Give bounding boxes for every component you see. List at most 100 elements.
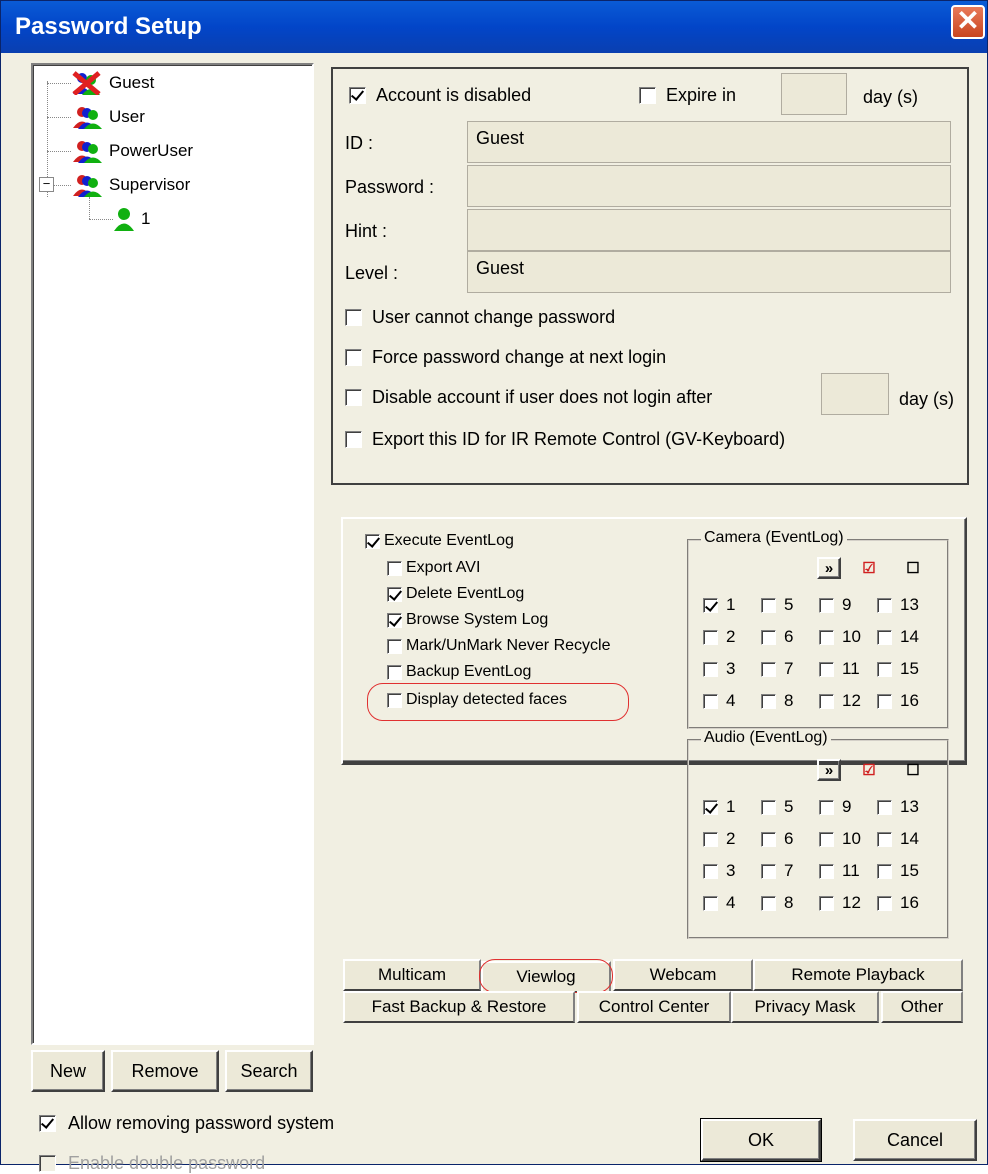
channel-number: 16 [900, 691, 919, 710]
camera-channel-checkbox[interactable]: 10 [819, 627, 877, 647]
checkbox-box [703, 597, 718, 613]
tree-expander-icon[interactable]: − [39, 177, 54, 192]
audio-check-all-button[interactable]: ☑ [857, 759, 881, 781]
camera-channel-checkbox[interactable]: 14 [877, 627, 935, 647]
channel-number: 9 [842, 797, 852, 816]
camera-channel-checkbox[interactable]: 11 [819, 659, 877, 679]
checkbox-box [877, 799, 892, 815]
search-button[interactable]: Search [225, 1050, 313, 1092]
audio-expand-button[interactable]: » [817, 759, 841, 781]
camera-channel-checkbox[interactable]: 15 [877, 659, 935, 679]
audio-channel-checkbox[interactable]: 12 [819, 893, 877, 913]
checkbox-box [703, 661, 718, 677]
audio-channel-checkbox[interactable]: 1 [703, 797, 761, 817]
checkbox-box [761, 661, 776, 677]
export-avi-checkbox[interactable]: Export AVI [387, 559, 480, 577]
hint-field[interactable] [467, 209, 951, 251]
audio-channel-checkbox[interactable]: 13 [877, 797, 935, 817]
audio-channel-checkbox[interactable]: 4 [703, 893, 761, 913]
user-level-tree[interactable]: − Guest User PowerUser Supervisor 1 [31, 63, 314, 1045]
checkbox-box [877, 693, 892, 709]
camera-channel-checkbox[interactable]: 1 [703, 595, 761, 615]
camera-channel-checkbox[interactable]: 2 [703, 627, 761, 647]
audio-channel-checkbox[interactable]: 7 [761, 861, 819, 881]
checkbox-box [761, 863, 776, 879]
audio-channel-checkbox[interactable]: 15 [877, 861, 935, 881]
camera-channel-checkbox[interactable]: 8 [761, 691, 819, 711]
channel-number: 6 [784, 627, 794, 646]
audio-channel-grid: 1 5 9 13 2 6 10 14 3 7 11 15 4 8 12 16 [703, 797, 935, 913]
camera-check-all-button[interactable]: ☑ [857, 557, 881, 579]
remove-button[interactable]: Remove [111, 1050, 219, 1092]
expire-days-input[interactable] [781, 73, 847, 115]
audio-channel-checkbox[interactable]: 5 [761, 797, 819, 817]
tab-privacy-mask[interactable]: Privacy Mask [731, 991, 879, 1023]
camera-uncheck-all-button[interactable]: ☐ [901, 557, 925, 579]
export-id-ir-remote-checkbox[interactable]: Export this ID for IR Remote Control (GV… [345, 429, 785, 450]
hint-label: Hint : [345, 221, 388, 241]
tab-fast-backup-restore[interactable]: Fast Backup & Restore [343, 991, 575, 1023]
title-bar[interactable]: Password Setup ✕ [1, 1, 987, 53]
audio-channel-checkbox[interactable]: 16 [877, 893, 935, 913]
checkbox-box [819, 831, 834, 847]
force-password-change-checkbox[interactable]: Force password change at next login [345, 347, 666, 368]
camera-channel-checkbox[interactable]: 13 [877, 595, 935, 615]
backup-eventlog-checkbox[interactable]: Backup EventLog [387, 663, 531, 681]
close-button[interactable]: ✕ [951, 5, 985, 39]
tree-item-supervisor[interactable]: Supervisor [71, 173, 190, 197]
level-field[interactable]: Guest [467, 251, 951, 293]
execute-eventlog-checkbox[interactable]: Execute EventLog [365, 532, 514, 550]
audio-channel-checkbox[interactable]: 14 [877, 829, 935, 849]
cancel-button[interactable]: Cancel [853, 1119, 977, 1161]
user-cannot-change-password-checkbox[interactable]: User cannot change password [345, 307, 615, 328]
checkbox-box [387, 664, 402, 680]
audio-channel-checkbox[interactable]: 2 [703, 829, 761, 849]
channel-number: 3 [726, 659, 736, 678]
checkbox-box [761, 799, 776, 815]
enable-double-password-checkbox[interactable]: Enable double password [39, 1153, 265, 1174]
tree-item-label: PowerUser [109, 141, 194, 160]
camera-channel-checkbox[interactable]: 12 [819, 691, 877, 711]
camera-channel-checkbox[interactable]: 7 [761, 659, 819, 679]
delete-eventlog-checkbox[interactable]: Delete EventLog [387, 585, 524, 603]
tab-remote-playback[interactable]: Remote Playback [753, 959, 963, 991]
password-field[interactable] [467, 165, 951, 207]
camera-expand-button[interactable]: » [817, 557, 841, 579]
camera-channel-checkbox[interactable]: 16 [877, 691, 935, 711]
new-button[interactable]: New [31, 1050, 105, 1092]
camera-channel-checkbox[interactable]: 4 [703, 691, 761, 711]
tree-item-user-1[interactable]: 1 [113, 207, 150, 231]
account-disabled-checkbox[interactable]: Account is disabled [349, 85, 531, 106]
channel-number: 5 [784, 797, 794, 816]
mark-never-recycle-checkbox[interactable]: Mark/UnMark Never Recycle [387, 637, 610, 655]
tab-multicam[interactable]: Multicam [343, 959, 481, 991]
channel-number: 13 [900, 595, 919, 614]
ok-button[interactable]: OK [700, 1118, 822, 1162]
browse-system-log-checkbox[interactable]: Browse System Log [387, 611, 548, 629]
audio-channel-checkbox[interactable]: 10 [819, 829, 877, 849]
audio-uncheck-all-button[interactable]: ☐ [901, 759, 925, 781]
checkbox-box [877, 831, 892, 847]
tree-item-user[interactable]: User [71, 105, 145, 129]
audio-channel-checkbox[interactable]: 9 [819, 797, 877, 817]
expire-in-checkbox[interactable]: Expire in [639, 85, 736, 106]
audio-channel-checkbox[interactable]: 8 [761, 893, 819, 913]
camera-channel-checkbox[interactable]: 6 [761, 627, 819, 647]
allow-removing-password-checkbox[interactable]: Allow removing password system [39, 1113, 334, 1134]
tab-control-center[interactable]: Control Center [577, 991, 731, 1023]
id-field[interactable]: Guest [467, 121, 951, 163]
camera-channel-checkbox[interactable]: 9 [819, 595, 877, 615]
disable-if-no-login-checkbox[interactable]: Disable account if user does not login a… [345, 387, 712, 408]
tab-other[interactable]: Other [881, 991, 963, 1023]
tree-item-guest[interactable]: Guest [71, 71, 154, 96]
audio-channel-checkbox[interactable]: 11 [819, 861, 877, 881]
tree-item-poweruser[interactable]: PowerUser [71, 139, 193, 163]
camera-channel-checkbox[interactable]: 5 [761, 595, 819, 615]
login-days-input[interactable] [821, 373, 889, 415]
audio-channel-checkbox[interactable]: 6 [761, 829, 819, 849]
tab-webcam[interactable]: Webcam [613, 959, 753, 991]
audio-channel-checkbox[interactable]: 3 [703, 861, 761, 881]
checkbox-box [387, 638, 402, 654]
camera-channel-checkbox[interactable]: 3 [703, 659, 761, 679]
login-days-unit-label: day (s) [899, 389, 955, 409]
